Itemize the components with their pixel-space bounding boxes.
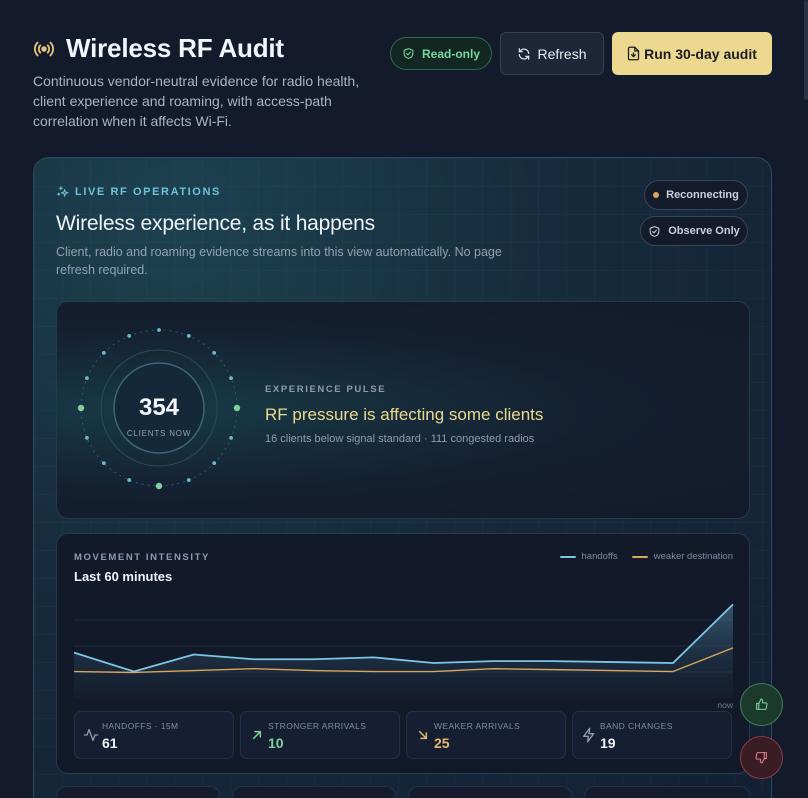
movement-chart xyxy=(73,603,734,698)
stat-band-label: BAND CHANGES xyxy=(600,721,673,731)
page: Wireless RF Audit Continuous vendor-neut… xyxy=(0,0,808,798)
file-download-icon xyxy=(627,46,640,61)
live-description: Client, radio and roaming evidence strea… xyxy=(56,245,502,277)
refresh-icon xyxy=(519,47,530,60)
stat-weaker-arrivals: WEAKER ARRIVALS 25 xyxy=(406,711,566,759)
ring-dot xyxy=(229,376,233,381)
stat-weaker-value: 25 xyxy=(434,735,450,751)
movement-kicker: MOVEMENT INTENSITY xyxy=(74,552,210,563)
shield-check-icon xyxy=(649,225,660,237)
observe-only-label: Observe Only xyxy=(668,225,740,237)
refresh-label: Refresh xyxy=(537,45,587,62)
thumbs-up-icon xyxy=(756,698,768,710)
summary-card-3 xyxy=(408,786,572,798)
ring-dot xyxy=(127,478,132,482)
live-eyebrow-label: LIVE RF OPERATIONS xyxy=(75,185,221,198)
ring-dot xyxy=(85,376,89,381)
page-title: Wireless RF Audit xyxy=(66,33,284,63)
clients-ring-graphic: 354 CLIENTS NOW xyxy=(77,328,241,490)
page-description: Continuous vendor-neutral evidence for r… xyxy=(33,73,360,129)
arrow-down-right-icon xyxy=(418,730,428,740)
live-eyebrow: LIVE RF OPERATIONS xyxy=(56,185,221,198)
chart-now-label: now xyxy=(717,700,733,710)
read-only-badge[interactable]: Read-only xyxy=(390,37,492,70)
summary-card-4 xyxy=(584,786,750,798)
legend-label-weaker: weaker destination xyxy=(653,551,733,562)
observe-only-badge: Observe Only xyxy=(640,216,748,246)
summary-card-1 xyxy=(56,786,220,798)
ring-dot xyxy=(186,478,191,482)
legend-item-weaker: weaker destination xyxy=(631,551,733,562)
ring-dot xyxy=(85,435,89,440)
arrow-up-right-icon xyxy=(252,730,262,740)
ring-dot xyxy=(127,334,132,338)
read-only-label: Read-only xyxy=(421,46,480,61)
live-title: Wireless experience, as it happens xyxy=(56,212,375,235)
ring-dot xyxy=(233,404,241,412)
ring-dot xyxy=(101,461,106,466)
run-audit-button[interactable]: Run 30-day audit xyxy=(612,32,772,75)
ring-dot xyxy=(229,435,233,440)
thumbs-down-button[interactable] xyxy=(740,736,783,779)
sparkle-icon xyxy=(57,186,69,198)
ring-dot xyxy=(186,334,191,338)
ring-dot xyxy=(157,328,161,332)
experience-pulse-card: 354 CLIENTS NOW EXPERIENCE PULSE RF pres… xyxy=(56,301,750,519)
legend-swatch-weaker xyxy=(631,555,648,558)
ring-dot xyxy=(77,404,85,412)
stat-band-changes: BAND CHANGES 19 xyxy=(572,711,732,759)
stat-weaker-label: WEAKER ARRIVALS xyxy=(434,721,521,731)
thumbs-down-icon xyxy=(755,752,767,764)
legend-swatch-handoffs xyxy=(559,555,576,558)
page-header: Wireless RF Audit xyxy=(33,33,284,64)
movement-intensity-card: MOVEMENT INTENSITY Last 60 minutes hando… xyxy=(56,533,750,774)
legend-item-handoffs: handoffs xyxy=(559,551,618,562)
live-rf-panel: LIVE RF OPERATIONS Wireless experience, … xyxy=(33,157,772,798)
legend-label-handoffs: handoffs xyxy=(581,551,618,562)
stat-stronger-value: 10 xyxy=(268,735,284,751)
stat-handoffs: HANDOFFS · 15M 61 xyxy=(74,711,234,759)
scrollbar-thumb[interactable] xyxy=(804,0,808,100)
wireless-signal-icon xyxy=(34,41,54,56)
stat-stronger-arrivals: STRONGER ARRIVALS 10 xyxy=(240,711,400,759)
activity-icon xyxy=(83,729,99,741)
pulse-headline: RF pressure is affecting some clients xyxy=(265,405,544,424)
stat-band-value: 19 xyxy=(600,735,616,751)
chart-legend: handoffs weaker destination xyxy=(559,551,733,562)
connection-status-badge: Reconnecting xyxy=(644,180,748,210)
ring-dot xyxy=(212,350,217,355)
refresh-button[interactable]: Refresh xyxy=(500,32,604,75)
stat-handoffs-label: HANDOFFS · 15M xyxy=(102,721,179,731)
ring-dot xyxy=(212,461,217,466)
summary-card-2 xyxy=(232,786,396,798)
stat-stronger-label: STRONGER ARRIVALS xyxy=(268,721,367,731)
pulse-summary: 16 clients below signal standard · 111 c… xyxy=(265,433,535,445)
clients-count: 354 xyxy=(139,394,180,421)
ring-dot xyxy=(101,350,106,355)
run-audit-label: Run 30-day audit xyxy=(644,45,757,62)
clients-ring: 354 CLIENTS NOW xyxy=(77,326,241,490)
pulse-kicker: EXPERIENCE PULSE xyxy=(265,384,387,395)
ring-dot xyxy=(155,482,163,490)
handoffs-area xyxy=(74,604,733,698)
status-dot-icon xyxy=(653,192,660,198)
thumbs-up-button[interactable] xyxy=(740,683,783,726)
movement-title: Last 60 minutes xyxy=(74,569,173,584)
clients-label: CLIENTS NOW xyxy=(127,429,191,438)
lightning-icon xyxy=(583,727,595,743)
stat-handoffs-value: 61 xyxy=(102,735,118,751)
shield-check-icon xyxy=(403,48,414,59)
connection-status-label: Reconnecting xyxy=(666,189,739,201)
